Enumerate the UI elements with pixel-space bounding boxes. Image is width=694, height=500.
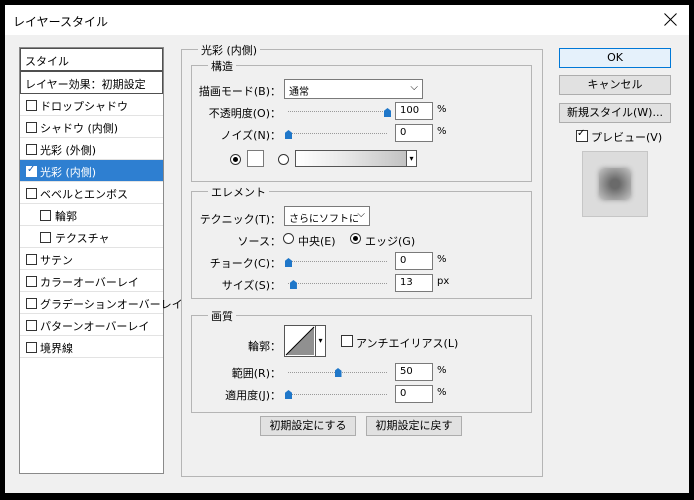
px-unit: px: [437, 276, 450, 287]
technique-select[interactable]: さらにソフトに ⌵: [284, 206, 370, 226]
structure-title: 構造: [208, 58, 236, 74]
noise-slider[interactable]: [288, 133, 387, 135]
jitter-label: 適用度(J)：: [225, 389, 281, 402]
source-center-label: 中央(E): [298, 235, 336, 248]
choke-input[interactable]: 0: [395, 252, 433, 270]
list-item-satin[interactable]: サテン: [20, 248, 163, 270]
checkbox-icon[interactable]: [26, 122, 37, 133]
chevron-down-icon: ⌵: [410, 82, 418, 93]
percent-unit: %: [437, 104, 447, 115]
technique-label: テクニック(T)：: [199, 213, 281, 226]
noise-input[interactable]: 0: [395, 124, 433, 142]
preview-checkbox[interactable]: [576, 128, 588, 142]
list-item-bevel-emboss[interactable]: ベベルとエンボス: [20, 182, 163, 204]
checkbox-icon[interactable]: [40, 210, 51, 221]
checkbox-icon[interactable]: [26, 144, 37, 155]
antialias-checkbox[interactable]: [341, 335, 353, 347]
contour-label: 輪郭：: [248, 340, 281, 353]
size-slider[interactable]: [288, 283, 387, 285]
jitter-slider[interactable]: [288, 394, 387, 396]
style-list: スタイル レイヤー効果：初期設定 ドロップシャドウ シャドウ (内側) 光彩 (…: [19, 47, 183, 474]
list-item-inner-shadow[interactable]: シャドウ (内側): [20, 116, 163, 138]
list-item-inner-glow[interactable]: 光彩 (内側): [20, 160, 163, 182]
percent-unit: %: [437, 126, 447, 137]
checkbox-icon[interactable]: [26, 254, 37, 265]
ok-button[interactable]: OK: [559, 48, 671, 68]
choke-label: チョーク(C)：: [209, 257, 281, 270]
opacity-label: 不透明度(O)：: [208, 107, 281, 120]
quality-title: 画質: [208, 308, 236, 324]
chevron-down-icon[interactable]: ▾: [315, 326, 325, 356]
checkbox-icon[interactable]: [26, 188, 37, 199]
checkbox-checked-icon[interactable]: [26, 164, 37, 177]
style-list-header[interactable]: スタイル: [20, 48, 163, 71]
gradient-mode-radio[interactable]: [278, 154, 289, 165]
glow-color-swatch[interactable]: [247, 150, 264, 167]
checkbox-icon[interactable]: [26, 276, 37, 287]
list-item-pattern-overlay[interactable]: パターンオーバーレイ: [20, 314, 163, 336]
window-title: レイヤースタイル: [13, 15, 109, 29]
source-label: ソース：: [237, 235, 281, 248]
checkbox-icon[interactable]: [40, 232, 51, 243]
contour-picker[interactable]: ▾: [284, 325, 326, 357]
range-input[interactable]: 50: [395, 363, 433, 381]
jitter-input[interactable]: 0: [395, 385, 433, 403]
chevron-down-icon: ⌵: [357, 209, 365, 220]
source-center-radio[interactable]: [283, 233, 294, 244]
percent-unit: %: [437, 254, 447, 265]
chevron-down-icon[interactable]: ▾: [406, 151, 416, 166]
checkbox-icon[interactable]: [26, 320, 37, 331]
new-style-button[interactable]: 新規スタイル(W)...: [559, 103, 671, 123]
noise-label: ノイズ(N)：: [220, 129, 281, 142]
percent-unit: %: [437, 387, 447, 398]
opacity-input[interactable]: 100: [395, 102, 433, 120]
checkbox-icon[interactable]: [26, 100, 37, 111]
preview-thumbnail: [582, 151, 648, 217]
antialias-label: アンチエイリアス(L): [356, 337, 459, 350]
title-bar: レイヤースタイル: [5, 5, 689, 35]
cancel-button[interactable]: キャンセル: [559, 75, 671, 95]
style-preset-item[interactable]: レイヤー効果：初期設定: [20, 71, 163, 94]
make-default-button[interactable]: 初期設定にする: [260, 416, 356, 436]
list-item-contour[interactable]: 輪郭: [20, 204, 163, 226]
list-item-texture[interactable]: テクスチャ: [20, 226, 163, 248]
layer-style-dialog: レイヤースタイル スタイル レイヤー効果：初期設定 ドロップシャドウ シャドウ …: [5, 5, 689, 493]
list-item-outer-glow[interactable]: 光彩 (外側): [20, 138, 163, 160]
choke-slider[interactable]: [288, 261, 387, 263]
close-icon[interactable]: [659, 8, 683, 32]
opacity-slider[interactable]: [288, 111, 387, 113]
elements-title: エレメント: [208, 184, 269, 200]
preview-glow-swatch: [599, 168, 631, 200]
list-item-color-overlay[interactable]: カラーオーバーレイ: [20, 270, 163, 292]
checkbox-icon[interactable]: [26, 298, 37, 309]
checkbox-icon[interactable]: [26, 342, 37, 353]
gradient-picker[interactable]: ▾: [295, 150, 417, 167]
source-edge-radio[interactable]: [350, 233, 361, 244]
reset-default-button[interactable]: 初期設定に戻す: [366, 416, 462, 436]
blend-mode-label: 描画モード(B)：: [198, 85, 281, 98]
source-edge-label: エッジ(G): [365, 235, 416, 248]
list-item-stroke[interactable]: 境界線: [20, 336, 163, 358]
blend-mode-select[interactable]: 通常 ⌵: [284, 79, 423, 99]
panel-title: 光彩 (内側): [198, 42, 261, 58]
size-input[interactable]: 13: [395, 274, 433, 292]
color-mode-radio[interactable]: [230, 154, 241, 165]
size-label: サイズ(S)：: [221, 279, 281, 292]
contour-curve-icon: [285, 326, 315, 356]
preview-label: プレビュー(V): [591, 131, 663, 144]
range-label: 範囲(R)：: [231, 367, 281, 380]
list-item-gradient-overlay[interactable]: グラデーションオーバーレイ: [20, 292, 183, 314]
percent-unit: %: [437, 365, 447, 376]
list-item-drop-shadow[interactable]: ドロップシャドウ: [20, 94, 163, 116]
